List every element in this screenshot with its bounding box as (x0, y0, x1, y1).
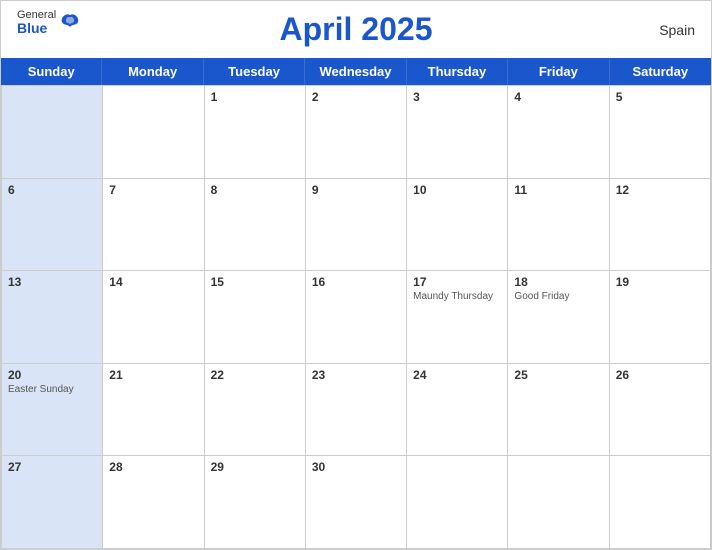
calendar-cell: 30 (306, 456, 407, 549)
calendar-cell: 14 (103, 271, 204, 364)
calendar-cell (508, 456, 609, 549)
calendar-cell (610, 456, 711, 549)
cell-date: 1 (211, 90, 299, 104)
cell-date: 4 (514, 90, 602, 104)
cell-date: 22 (211, 368, 299, 382)
calendar-header: General Blue April 2025 Spain (1, 1, 711, 58)
logo: General Blue (17, 9, 82, 36)
cell-date: 9 (312, 183, 400, 197)
cell-date: 17 (413, 275, 501, 289)
calendar-cell: 1 (205, 86, 306, 179)
calendar-cell: 29 (205, 456, 306, 549)
cell-date: 13 (8, 275, 96, 289)
calendar-cell: 24 (407, 364, 508, 457)
cell-date: 12 (616, 183, 704, 197)
cell-date: 29 (211, 460, 299, 474)
weekday-header-tuesday: Tuesday (204, 58, 305, 85)
cell-date: 11 (514, 183, 602, 197)
weekday-header-friday: Friday (508, 58, 609, 85)
calendar-cell: 21 (103, 364, 204, 457)
cell-date: 28 (109, 460, 197, 474)
calendar-grid: 1234567891011121314151617Maundy Thursday… (1, 85, 711, 549)
calendar-cell: 20 Easter Sunday (2, 364, 103, 457)
cell-date: 15 (211, 275, 299, 289)
weekday-header-wednesday: Wednesday (305, 58, 406, 85)
cell-date: 26 (616, 368, 704, 382)
calendar-cell: 27 (2, 456, 103, 549)
calendar-cell: 26 (610, 364, 711, 457)
calendar-cell: 18 Good Friday (508, 271, 609, 364)
calendar-cell: 11 (508, 179, 609, 272)
calendar-cell: 8 (205, 179, 306, 272)
cell-date: 3 (413, 90, 501, 104)
cell-date: 20 (8, 368, 96, 382)
calendar-cell: 10 (407, 179, 508, 272)
calendar-cell: 6 (2, 179, 103, 272)
weekday-header-saturday: Saturday (610, 58, 711, 85)
calendar-cell: 13 (2, 271, 103, 364)
cell-date: 19 (616, 275, 704, 289)
calendar-cell: 5 (610, 86, 711, 179)
weekday-header-sunday: Sunday (1, 58, 102, 85)
cell-date: 30 (312, 460, 400, 474)
calendar-cell: 25 (508, 364, 609, 457)
cell-date: 25 (514, 368, 602, 382)
calendar-cell: 22 (205, 364, 306, 457)
cell-date: 16 (312, 275, 400, 289)
cell-event: Maundy Thursday (413, 291, 501, 302)
cell-date: 8 (211, 183, 299, 197)
cell-date: 7 (109, 183, 197, 197)
cell-date: 23 (312, 368, 400, 382)
calendar-cell: 17 Maundy Thursday (407, 271, 508, 364)
calendar-cell: 28 (103, 456, 204, 549)
calendar: General Blue April 2025 Spain SundayMond… (0, 0, 712, 550)
weekday-header-thursday: Thursday (407, 58, 508, 85)
weekday-headers: SundayMondayTuesdayWednesdayThursdayFrid… (1, 58, 711, 85)
cell-date: 6 (8, 183, 96, 197)
calendar-cell: 3 (407, 86, 508, 179)
calendar-cell: 2 (306, 86, 407, 179)
calendar-cell: 23 (306, 364, 407, 457)
cell-date: 27 (8, 460, 96, 474)
calendar-cell (103, 86, 204, 179)
cell-event: Good Friday (514, 291, 602, 302)
bird-icon (58, 11, 82, 35)
calendar-cell: 4 (508, 86, 609, 179)
country-label: Spain (659, 22, 695, 38)
cell-date: 14 (109, 275, 197, 289)
weekday-header-monday: Monday (102, 58, 203, 85)
calendar-title: April 2025 (280, 11, 433, 48)
cell-date: 5 (616, 90, 704, 104)
cell-date: 24 (413, 368, 501, 382)
calendar-cell (407, 456, 508, 549)
calendar-cell: 16 (306, 271, 407, 364)
calendar-cell: 19 (610, 271, 711, 364)
calendar-cell: 9 (306, 179, 407, 272)
calendar-cell: 7 (103, 179, 204, 272)
logo-blue: Blue (17, 21, 56, 36)
calendar-cell: 15 (205, 271, 306, 364)
cell-date: 21 (109, 368, 197, 382)
cell-date: 18 (514, 275, 602, 289)
calendar-cell (2, 86, 103, 179)
calendar-cell: 12 (610, 179, 711, 272)
cell-event: Easter Sunday (8, 384, 96, 395)
cell-date: 2 (312, 90, 400, 104)
cell-date: 10 (413, 183, 501, 197)
